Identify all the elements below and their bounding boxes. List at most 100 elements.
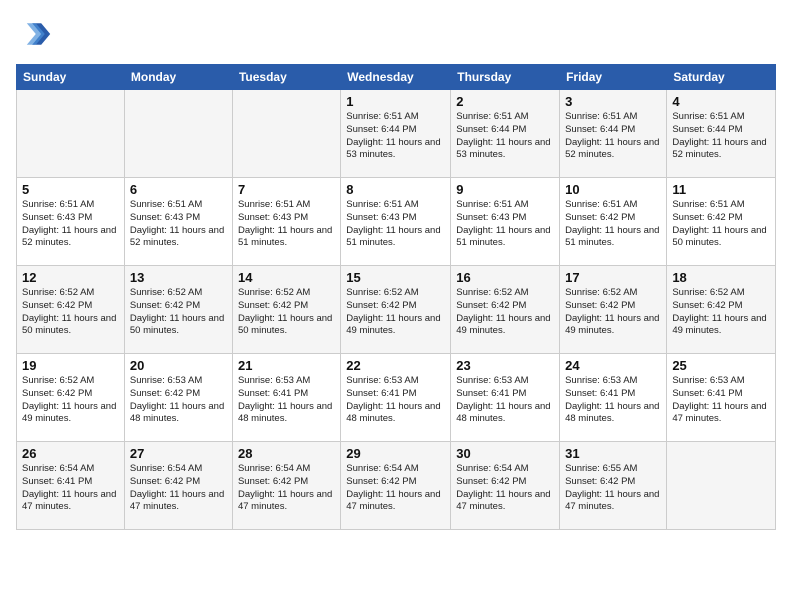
- day-number: 10: [565, 182, 661, 197]
- calendar-cell: 11 Sunrise: 6:51 AM Sunset: 6:42 PM Dayli…: [667, 178, 776, 266]
- day-info: Sunrise: 6:51 AM Sunset: 6:44 PM Dayligh…: [346, 111, 445, 162]
- day-info: Sunrise: 6:52 AM Sunset: 6:42 PM Dayligh…: [22, 375, 119, 426]
- calendar-week-row: 1Sunrise: 6:51 AM Sunset: 6:44 PM Daylig…: [17, 90, 776, 178]
- logo-icon: [16, 16, 52, 52]
- calendar-cell: 15 Sunrise: 6:52 AM Sunset: 6:42 PM Dayli…: [341, 266, 451, 354]
- calendar-cell: 17Sunrise: 6:52 AM Sunset: 6:42 PM Dayli…: [560, 266, 667, 354]
- day-info: Sunrise: 6:51 AM Sunset: 6:42 PM Dayligh…: [672, 199, 770, 250]
- day-number: 23: [456, 358, 554, 373]
- calendar-cell: 19 Sunrise: 6:52 AM Sunset: 6:42 PM Dayli…: [17, 354, 125, 442]
- weekday-header: Tuesday: [232, 65, 340, 90]
- day-info: Sunrise: 6:53 AM Sunset: 6:41 PM Dayligh…: [346, 375, 445, 426]
- calendar-cell: 26Sunrise: 6:54 AM Sunset: 6:41 PM Dayli…: [17, 442, 125, 530]
- day-number: 28: [238, 446, 335, 461]
- day-number: 11: [672, 182, 770, 197]
- calendar-cell: 13Sunrise: 6:52 AM Sunset: 6:42 PM Dayli…: [124, 266, 232, 354]
- day-info: Sunrise: 6:52 AM Sunset: 6:42 PM Dayligh…: [346, 287, 445, 338]
- calendar-cell: 31Sunrise: 6:55 AM Sunset: 6:42 PM Dayli…: [560, 442, 667, 530]
- calendar-cell: 28 Sunrise: 6:54 AM Sunset: 6:42 PM Dayli…: [232, 442, 340, 530]
- calendar-week-row: 19 Sunrise: 6:52 AM Sunset: 6:42 PM Dayli…: [17, 354, 776, 442]
- day-info: Sunrise: 6:52 AM Sunset: 6:42 PM Dayligh…: [672, 287, 770, 338]
- day-info: Sunrise: 6:54 AM Sunset: 6:42 PM Dayligh…: [238, 463, 335, 514]
- day-info: Sunrise: 6:52 AM Sunset: 6:42 PM Dayligh…: [456, 287, 554, 338]
- weekday-header: Saturday: [667, 65, 776, 90]
- calendar-cell: 25 Sunrise: 6:53 AM Sunset: 6:41 PM Dayli…: [667, 354, 776, 442]
- day-number: 6: [130, 182, 227, 197]
- calendar-cell: 30Sunrise: 6:54 AM Sunset: 6:42 PM Dayli…: [451, 442, 560, 530]
- day-info: Sunrise: 6:53 AM Sunset: 6:41 PM Dayligh…: [672, 375, 770, 426]
- calendar-cell: 20 Sunrise: 6:53 AM Sunset: 6:42 PM Dayli…: [124, 354, 232, 442]
- day-info: Sunrise: 6:51 AM Sunset: 6:43 PM Dayligh…: [22, 199, 119, 250]
- calendar-cell: 24 Sunrise: 6:53 AM Sunset: 6:41 PM Dayli…: [560, 354, 667, 442]
- calendar-table: SundayMondayTuesdayWednesdayThursdayFrid…: [16, 64, 776, 530]
- calendar-week-row: 12Sunrise: 6:52 AM Sunset: 6:42 PM Dayli…: [17, 266, 776, 354]
- calendar-week-row: 5 Sunrise: 6:51 AM Sunset: 6:43 PM Daylig…: [17, 178, 776, 266]
- day-info: Sunrise: 6:51 AM Sunset: 6:43 PM Dayligh…: [130, 199, 227, 250]
- calendar-cell: 23 Sunrise: 6:53 AM Sunset: 6:41 PM Dayli…: [451, 354, 560, 442]
- calendar-cell: 21 Sunrise: 6:53 AM Sunset: 6:41 PM Dayli…: [232, 354, 340, 442]
- day-number: 25: [672, 358, 770, 373]
- calendar-cell: 7Sunrise: 6:51 AM Sunset: 6:43 PM Daylig…: [232, 178, 340, 266]
- day-info: Sunrise: 6:51 AM Sunset: 6:42 PM Dayligh…: [565, 199, 661, 250]
- calendar-cell: 16 Sunrise: 6:52 AM Sunset: 6:42 PM Dayli…: [451, 266, 560, 354]
- day-number: 16: [456, 270, 554, 285]
- calendar-cell: 4 Sunrise: 6:51 AM Sunset: 6:44 PM Daylig…: [667, 90, 776, 178]
- day-number: 14: [238, 270, 335, 285]
- day-info: Sunrise: 6:53 AM Sunset: 6:41 PM Dayligh…: [565, 375, 661, 426]
- calendar-cell: [667, 442, 776, 530]
- weekday-header: Friday: [560, 65, 667, 90]
- day-number: 31: [565, 446, 661, 461]
- day-number: 24: [565, 358, 661, 373]
- day-info: Sunrise: 6:51 AM Sunset: 6:44 PM Dayligh…: [456, 111, 554, 162]
- page-header: [16, 16, 776, 52]
- day-info: Sunrise: 6:52 AM Sunset: 6:42 PM Dayligh…: [130, 287, 227, 338]
- day-number: 4: [672, 94, 770, 109]
- calendar-week-row: 26Sunrise: 6:54 AM Sunset: 6:41 PM Dayli…: [17, 442, 776, 530]
- day-number: 21: [238, 358, 335, 373]
- day-info: Sunrise: 6:51 AM Sunset: 6:43 PM Dayligh…: [238, 199, 335, 250]
- day-number: 27: [130, 446, 227, 461]
- weekday-header: Wednesday: [341, 65, 451, 90]
- day-number: 8: [346, 182, 445, 197]
- day-info: Sunrise: 6:51 AM Sunset: 6:43 PM Dayligh…: [346, 199, 445, 250]
- calendar-body: 1Sunrise: 6:51 AM Sunset: 6:44 PM Daylig…: [17, 90, 776, 530]
- day-number: 19: [22, 358, 119, 373]
- calendar-header: SundayMondayTuesdayWednesdayThursdayFrid…: [17, 65, 776, 90]
- day-info: Sunrise: 6:54 AM Sunset: 6:42 PM Dayligh…: [130, 463, 227, 514]
- day-info: Sunrise: 6:53 AM Sunset: 6:42 PM Dayligh…: [130, 375, 227, 426]
- calendar-cell: 14 Sunrise: 6:52 AM Sunset: 6:42 PM Dayli…: [232, 266, 340, 354]
- day-number: 20: [130, 358, 227, 373]
- weekday-header: Sunday: [17, 65, 125, 90]
- day-info: Sunrise: 6:54 AM Sunset: 6:42 PM Dayligh…: [456, 463, 554, 514]
- calendar-cell: [124, 90, 232, 178]
- day-number: 18: [672, 270, 770, 285]
- day-info: Sunrise: 6:51 AM Sunset: 6:44 PM Dayligh…: [565, 111, 661, 162]
- day-info: Sunrise: 6:51 AM Sunset: 6:44 PM Dayligh…: [672, 111, 770, 162]
- day-number: 22: [346, 358, 445, 373]
- day-info: Sunrise: 6:52 AM Sunset: 6:42 PM Dayligh…: [22, 287, 119, 338]
- day-number: 5: [22, 182, 119, 197]
- day-number: 2: [456, 94, 554, 109]
- calendar-cell: 1Sunrise: 6:51 AM Sunset: 6:44 PM Daylig…: [341, 90, 451, 178]
- day-number: 3: [565, 94, 661, 109]
- day-number: 9: [456, 182, 554, 197]
- day-number: 29: [346, 446, 445, 461]
- day-info: Sunrise: 6:53 AM Sunset: 6:41 PM Dayligh…: [238, 375, 335, 426]
- calendar-cell: 2 Sunrise: 6:51 AM Sunset: 6:44 PM Daylig…: [451, 90, 560, 178]
- weekday-header: Monday: [124, 65, 232, 90]
- calendar-cell: 27 Sunrise: 6:54 AM Sunset: 6:42 PM Dayli…: [124, 442, 232, 530]
- day-info: Sunrise: 6:52 AM Sunset: 6:42 PM Dayligh…: [238, 287, 335, 338]
- calendar-cell: 6 Sunrise: 6:51 AM Sunset: 6:43 PM Daylig…: [124, 178, 232, 266]
- calendar-cell: 18 Sunrise: 6:52 AM Sunset: 6:42 PM Dayli…: [667, 266, 776, 354]
- calendar-cell: 9 Sunrise: 6:51 AM Sunset: 6:43 PM Daylig…: [451, 178, 560, 266]
- calendar-cell: 12Sunrise: 6:52 AM Sunset: 6:42 PM Dayli…: [17, 266, 125, 354]
- weekday-row: SundayMondayTuesdayWednesdayThursdayFrid…: [17, 65, 776, 90]
- day-info: Sunrise: 6:53 AM Sunset: 6:41 PM Dayligh…: [456, 375, 554, 426]
- calendar-cell: [17, 90, 125, 178]
- day-info: Sunrise: 6:51 AM Sunset: 6:43 PM Dayligh…: [456, 199, 554, 250]
- day-number: 26: [22, 446, 119, 461]
- weekday-header: Thursday: [451, 65, 560, 90]
- calendar-cell: 29 Sunrise: 6:54 AM Sunset: 6:42 PM Dayli…: [341, 442, 451, 530]
- day-number: 15: [346, 270, 445, 285]
- day-info: Sunrise: 6:54 AM Sunset: 6:42 PM Dayligh…: [346, 463, 445, 514]
